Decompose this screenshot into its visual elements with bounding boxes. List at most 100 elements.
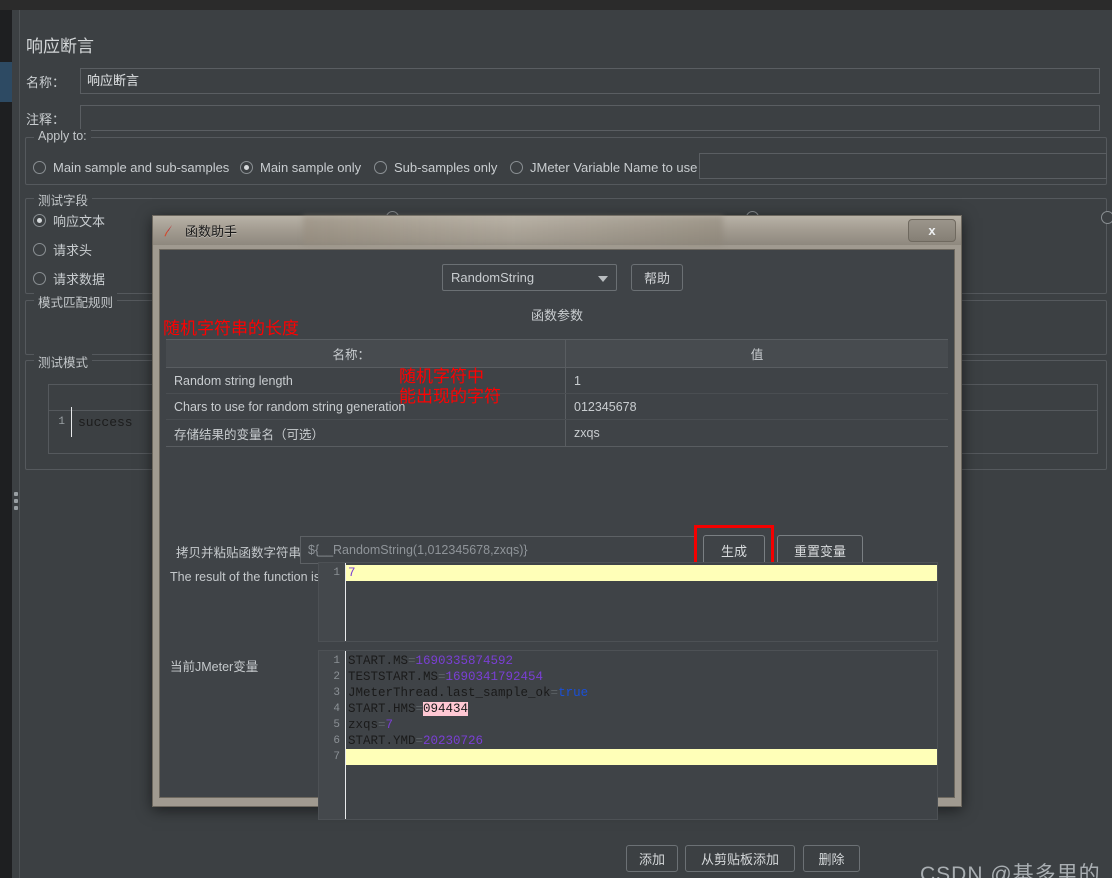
- chevron-down-icon[interactable]: [598, 276, 608, 282]
- variables-label: 当前JMeter变量: [170, 660, 259, 674]
- variable-equals: =: [438, 670, 446, 684]
- variable-line: [346, 749, 937, 765]
- split-pane-grip[interactable]: [14, 492, 18, 510]
- variables-code[interactable]: START.MS=1690335874592 TESTSTART.MS=16903…: [346, 651, 937, 819]
- line-number: 7: [333, 751, 340, 763]
- result-label: The result of the function is: [170, 570, 321, 584]
- function-params-table[interactable]: 名称： 值 Random string length 1 Chars to us…: [166, 339, 948, 447]
- variable-equals: =: [378, 718, 386, 732]
- param-value[interactable]: zxqs: [566, 420, 948, 446]
- dialog-titlebar[interactable]: 函数助手 x: [153, 216, 961, 245]
- test-pattern-legend: 测试模式: [34, 352, 93, 371]
- radio-occluded-c[interactable]: [1101, 211, 1112, 224]
- name-field-label: 名称：: [26, 74, 66, 90]
- radio-request-header[interactable]: 请求头: [33, 240, 92, 259]
- radio-icon[interactable]: [1101, 211, 1112, 224]
- delete-button[interactable]: 删除: [803, 845, 860, 872]
- radio-icon[interactable]: [240, 161, 253, 174]
- jmeter-variables-editor[interactable]: 1 2 3 4 5 6 7 START.MS=1690335874592 TEST…: [318, 650, 938, 820]
- table-row[interactable]: 存储结果的变量名（可选） zxqs: [166, 420, 948, 446]
- result-code[interactable]: 7: [346, 563, 937, 641]
- radio-label: Main sample only: [260, 160, 362, 175]
- line-number: 1: [333, 567, 340, 579]
- function-select[interactable]: RandomString: [442, 264, 617, 291]
- comment-input[interactable]: [80, 105, 1100, 131]
- csdn-watermark: CSDN @基多里的猫: [920, 863, 1101, 878]
- params-section-title: 函数参数: [530, 308, 583, 323]
- radio-icon[interactable]: [33, 243, 46, 256]
- comment-field-row: 注释：: [26, 105, 1106, 131]
- radio-icon[interactable]: [33, 272, 46, 285]
- split-pane-divider[interactable]: [12, 10, 20, 878]
- result-value: 7: [348, 566, 356, 580]
- variable-key: START.HMS: [348, 702, 416, 716]
- sidebar-tree-rail[interactable]: [0, 10, 12, 878]
- variable-line: START.HMS=094434: [346, 701, 937, 717]
- line-number: 3: [333, 687, 340, 699]
- radio-label: Main sample and sub-samples: [53, 160, 230, 175]
- page-title: 响应断言: [26, 37, 94, 56]
- jmeter-variable-input[interactable]: [699, 153, 1107, 179]
- variable-value: true: [558, 686, 589, 700]
- radio-icon[interactable]: [510, 161, 523, 174]
- reset-variable-button[interactable]: 重置变量: [777, 535, 863, 565]
- variable-line: zxqs=7: [346, 717, 937, 733]
- function-result-editor[interactable]: 1 7: [318, 562, 938, 642]
- radio-request-data[interactable]: 请求数据: [33, 269, 105, 288]
- radio-label: 请求头: [53, 243, 93, 258]
- copy-paste-label: 拷贝并粘贴函数字符串: [176, 546, 302, 560]
- result-line: 7: [346, 565, 937, 581]
- line-number: 4: [333, 703, 340, 715]
- radio-label: Sub-samples only: [394, 160, 498, 175]
- col-header-name: 名称：: [166, 340, 566, 367]
- name-input[interactable]: 响应断言: [80, 68, 1100, 94]
- test-pattern-value[interactable]: success: [72, 415, 133, 430]
- dialog-body: RandomString 帮助 函数参数 名称： 值 Random string…: [159, 249, 955, 820]
- variable-value: 20230726: [423, 734, 484, 748]
- close-icon[interactable]: x: [908, 219, 956, 242]
- table-row[interactable]: Random string length 1: [166, 368, 948, 394]
- param-value[interactable]: 012345678: [566, 394, 948, 419]
- comment-field-label: 注释：: [26, 111, 66, 127]
- row-number: 1: [58, 416, 65, 428]
- radio-icon[interactable]: [374, 161, 387, 174]
- radio-sub-only[interactable]: Sub-samples only: [374, 160, 497, 175]
- variable-key: START.MS: [348, 654, 409, 668]
- name-field-row: 名称： 响应断言: [26, 68, 1106, 94]
- radio-main-and-sub[interactable]: Main sample and sub-samples: [33, 160, 229, 175]
- variable-equals: =: [415, 734, 424, 748]
- variables-gutter: 1 2 3 4 5 6 7: [319, 651, 345, 819]
- apply-to-legend: Apply to:: [34, 129, 91, 143]
- function-string-input[interactable]: ${__RandomString(1,012345678,zxqs)}: [300, 536, 696, 564]
- variable-key: TESTSTART.MS: [348, 670, 439, 684]
- dialog-title: 函数助手: [185, 224, 238, 239]
- radio-icon[interactable]: [33, 161, 46, 174]
- variable-line: JMeterThread.last_sample_ok=true: [346, 685, 937, 701]
- param-name: 存储结果的变量名（可选）: [166, 420, 566, 446]
- table-header-row: 名称： 值: [166, 340, 948, 368]
- variable-equals: =: [408, 654, 416, 668]
- variable-line: TESTSTART.MS=1690341792454: [346, 669, 937, 685]
- radio-response-text[interactable]: 响应文本: [33, 211, 105, 230]
- radio-label: JMeter Variable Name to use: [530, 160, 698, 175]
- variable-key: START.YMD: [348, 734, 416, 748]
- table-row[interactable]: Chars to use for random string generatio…: [166, 394, 948, 420]
- dialog-top-section: RandomString 帮助 函数参数: [160, 250, 954, 330]
- variable-value: 1690335874592: [415, 654, 514, 668]
- help-button[interactable]: 帮助: [631, 264, 683, 291]
- titlebar-blur-overlay: [303, 216, 723, 245]
- sidebar-selected-node[interactable]: [0, 62, 12, 102]
- radio-icon[interactable]: [33, 214, 46, 227]
- variable-key: JMeterThread.last_sample_ok: [348, 686, 551, 700]
- variable-equals: =: [415, 702, 424, 716]
- radio-jmeter-variable[interactable]: JMeter Variable Name to use: [510, 160, 697, 175]
- function-select-value: RandomString: [451, 270, 535, 285]
- generate-button[interactable]: 生成: [703, 535, 765, 565]
- param-value[interactable]: 1: [566, 368, 948, 393]
- function-helper-dialog[interactable]: 函数助手 x RandomString 帮助 函数参数 名称： 值 Random: [152, 215, 962, 820]
- radio-main-only[interactable]: Main sample only: [240, 160, 361, 175]
- add-button[interactable]: 添加: [626, 845, 678, 872]
- add-from-clipboard-button[interactable]: 从剪贴板添加: [685, 845, 795, 872]
- line-number: 2: [333, 671, 340, 683]
- variable-line: START.YMD=20230726: [346, 733, 937, 749]
